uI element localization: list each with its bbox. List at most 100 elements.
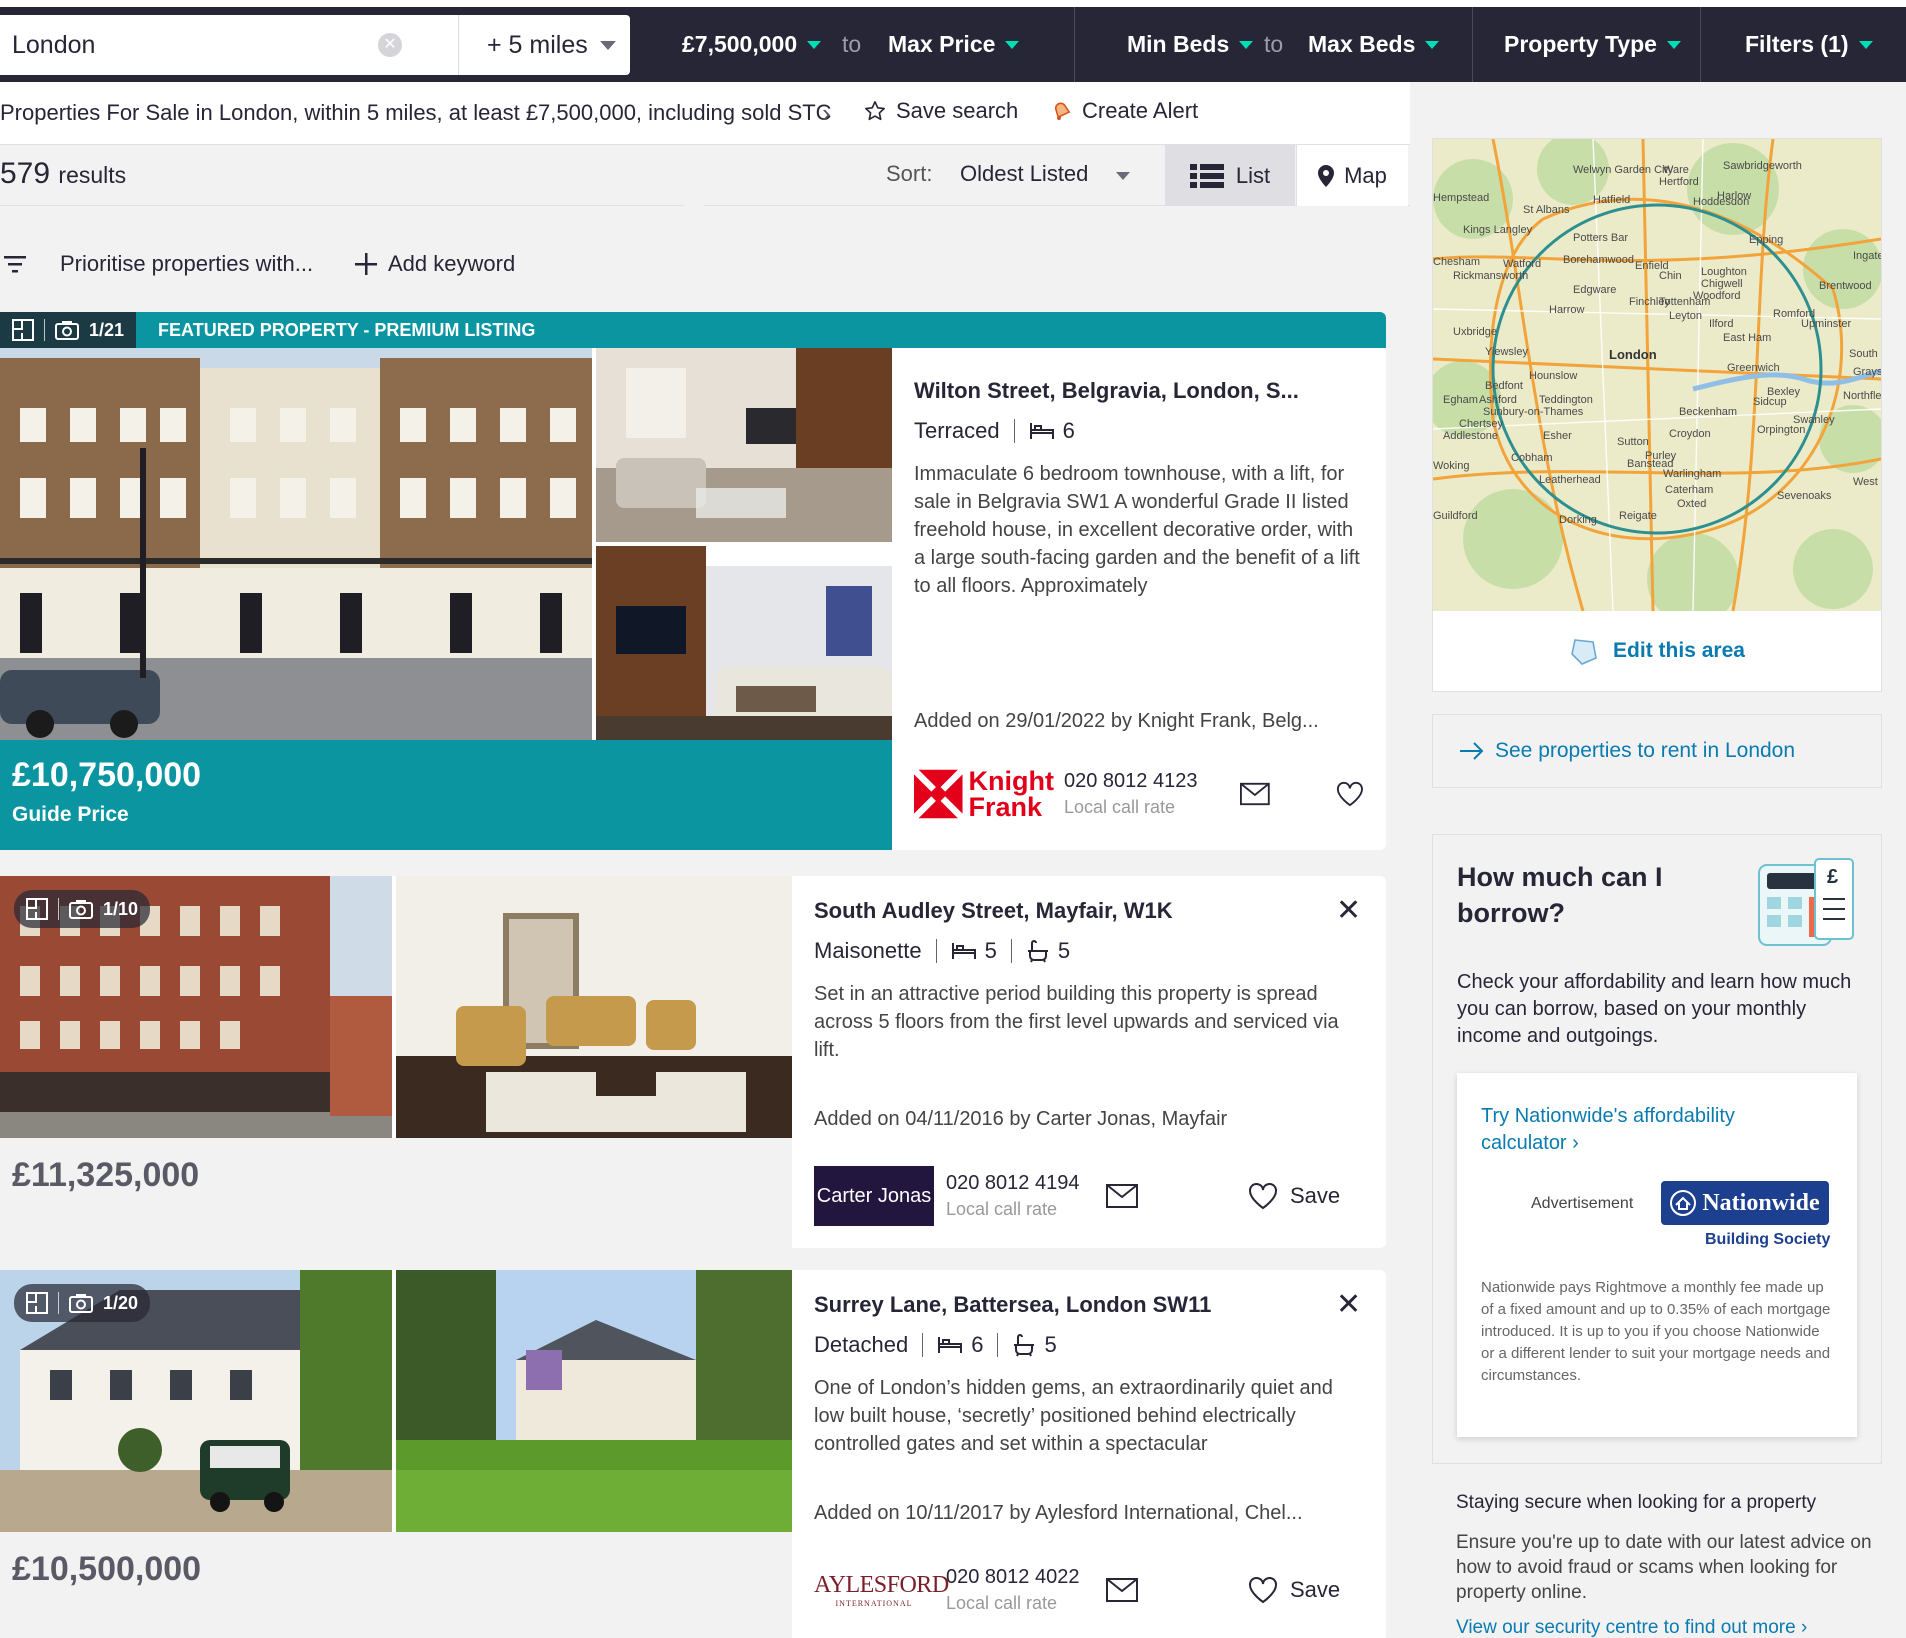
search-summary-text[interactable]: Properties For Sale in London, within 5 … [0,100,832,126]
radius-select[interactable]: + 5 miles [458,15,630,75]
property-price[interactable]: £11,325,000 [12,1156,199,1195]
max-beds-select[interactable]: Max Beds [1308,7,1440,82]
property-card[interactable]: 1/20 £10,500,000 Surrey Lane, Battersea,… [0,1270,1386,1638]
living-room-photo[interactable] [596,348,892,542]
chevron-down-icon[interactable] [1116,172,1130,180]
divider [44,319,45,341]
add-keyword-button[interactable]: Add keyword [354,244,515,284]
image-counter[interactable]: 1/21 [0,312,137,348]
property-card[interactable]: 1/10 £11,325,000 South Audley Street, Ma… [0,876,1386,1248]
security-centre-link[interactable]: View our security centre to find out mor… [1456,1617,1876,1638]
property-type-select[interactable]: Property Type [1504,7,1681,82]
nationwide-subtitle: Building Society [1705,1231,1831,1248]
min-price-value: £7,500,000 [682,31,798,57]
bed-icon [1029,423,1054,439]
property-description: One of London’s hidden gems, an extraord… [814,1377,1333,1455]
map-place-label: Caterham [1665,484,1713,496]
advert-card: Try Nationwide's affordability calculato… [1457,1073,1857,1437]
results-count-number: 579 [0,157,51,190]
bath-icon [1027,940,1048,963]
agent-phone[interactable]: 020 8012 4123 [1064,770,1240,793]
agent-logo[interactable]: Carter Jonas [814,1166,934,1226]
property-info: Surrey Lane, Battersea, London SW11 Deta… [814,1292,1364,1458]
bedrooms: 5 [951,938,997,964]
map-place-label: Hatfield [1593,194,1630,206]
filters-button[interactable]: Filters (1) [1745,7,1873,82]
camera-icon [69,900,93,919]
price-panel[interactable]: £10,750,000 Guide Price [0,740,892,850]
bedrooms: 6 [1029,418,1075,444]
arrow-right-icon [1460,742,1484,760]
property-card[interactable]: 1/21 FEATURED PROPERTY - PREMIUM LISTING [0,312,1386,850]
bathroom-count: 5 [1057,938,1071,963]
map-place-label: Hempstead [1433,192,1489,204]
floorplan-icon [26,1292,48,1314]
edit-area-button[interactable]: Edit this area [1433,611,1881,691]
max-price-select[interactable]: Max Price [888,7,1020,82]
agent-name-line2: INTERNATIONAL [835,1599,913,1608]
property-price[interactable]: £10,500,000 [12,1550,201,1589]
advert-disclaimer: Nationwide pays Rightmove a monthly fee … [1481,1279,1831,1384]
rent-properties-link[interactable]: See properties to rent in London [1432,714,1882,788]
agent-name-line1: AYLESFORD [814,1572,949,1598]
property-address[interactable]: Surrey Lane, Battersea, London SW11 [814,1292,1364,1318]
image-counter[interactable]: 1/20 [14,1284,151,1322]
heart-icon[interactable] [1336,780,1364,808]
property-address[interactable]: Wilton Street, Belgravia, London, S... [914,378,1364,404]
save-property-button[interactable]: Save [1248,1576,1340,1604]
bed-icon [938,1337,963,1353]
results-count-label: results [58,162,127,188]
create-alert-button[interactable]: Create Alert [1050,98,1198,124]
cinema-room-photo[interactable] [596,546,892,740]
prioritise-filter[interactable]: Prioritise properties with... [0,244,313,284]
heart-icon [1249,1577,1277,1604]
clear-location-icon[interactable]: ✕ [378,33,402,57]
bell-icon [1054,102,1071,120]
divider [922,1333,924,1357]
plus-icon [355,253,377,275]
email-icon[interactable] [1106,1184,1138,1208]
main-property-photo[interactable] [0,348,592,740]
list-view-button[interactable]: List [1165,145,1295,207]
map-preview[interactable]: Welwyn Garden City Ware Sawbridgeworth Hert… [1425,133,1906,692]
save-search-button[interactable]: Save search [864,98,1018,124]
chevron-down-icon [1239,40,1254,49]
email-icon[interactable] [1240,782,1271,806]
price-qualifier: Guide Price [12,803,129,826]
map-place-label: Greenwich [1727,362,1780,374]
hide-property-icon[interactable]: ✕ [1336,896,1361,926]
hide-property-icon[interactable]: ✕ [1336,1290,1361,1320]
camera-icon [55,321,79,340]
map-place-label: Watford [1503,258,1541,270]
property-type: Detached [814,1332,909,1357]
added-date: Added on 10/11/2017 by Aylesford Interna… [814,1502,1303,1524]
agent-logo[interactable]: Knight Frank [914,768,1054,821]
map-place-label: West [1853,476,1878,488]
garden-photo[interactable] [396,1270,792,1532]
property-info: South Audley Street, Mayfair, W1K Maison… [814,898,1364,1064]
london-map[interactable]: Welwyn Garden CityWare Sawbridgeworth Hert… [1425,133,1906,625]
save-property-button[interactable]: Save [1248,1182,1340,1210]
chevron-right-icon[interactable]: › [822,98,831,129]
borrow-panel: How much can I borrow? £ Check your affo… [1432,834,1882,1464]
advert-link[interactable]: Try Nationwide's affordability calculato… [1481,1103,1801,1157]
map-view-button[interactable]: Map [1296,145,1408,207]
agent-logo[interactable]: AYLESFORD INTERNATIONAL [814,1572,949,1608]
image-counter[interactable]: 1/10 [14,890,151,928]
email-icon[interactable] [1106,1578,1138,1602]
agent-contact: 020 8012 4194 Local call rate [946,1172,1106,1220]
bedroom-count: 5 [984,938,997,963]
sort-select[interactable]: Oldest Listed [960,161,1088,187]
agent-phone[interactable]: 020 8012 4022 [946,1566,1106,1589]
sort-pointer [682,204,706,216]
min-beds-select[interactable]: Min Beds [1127,7,1254,82]
property-type: Maisonette [814,938,922,963]
chevron-down-icon [1858,40,1873,49]
nationwide-logo[interactable]: Nationwide [1661,1181,1829,1225]
map-place-label: Leatherhead [1539,474,1601,486]
living-room-photo[interactable] [396,876,792,1138]
min-price-select[interactable]: £7,500,000 [682,7,822,82]
property-address[interactable]: South Audley Street, Mayfair, W1K [814,898,1364,924]
location-input[interactable] [0,30,380,60]
agent-phone[interactable]: 020 8012 4194 [946,1172,1106,1195]
